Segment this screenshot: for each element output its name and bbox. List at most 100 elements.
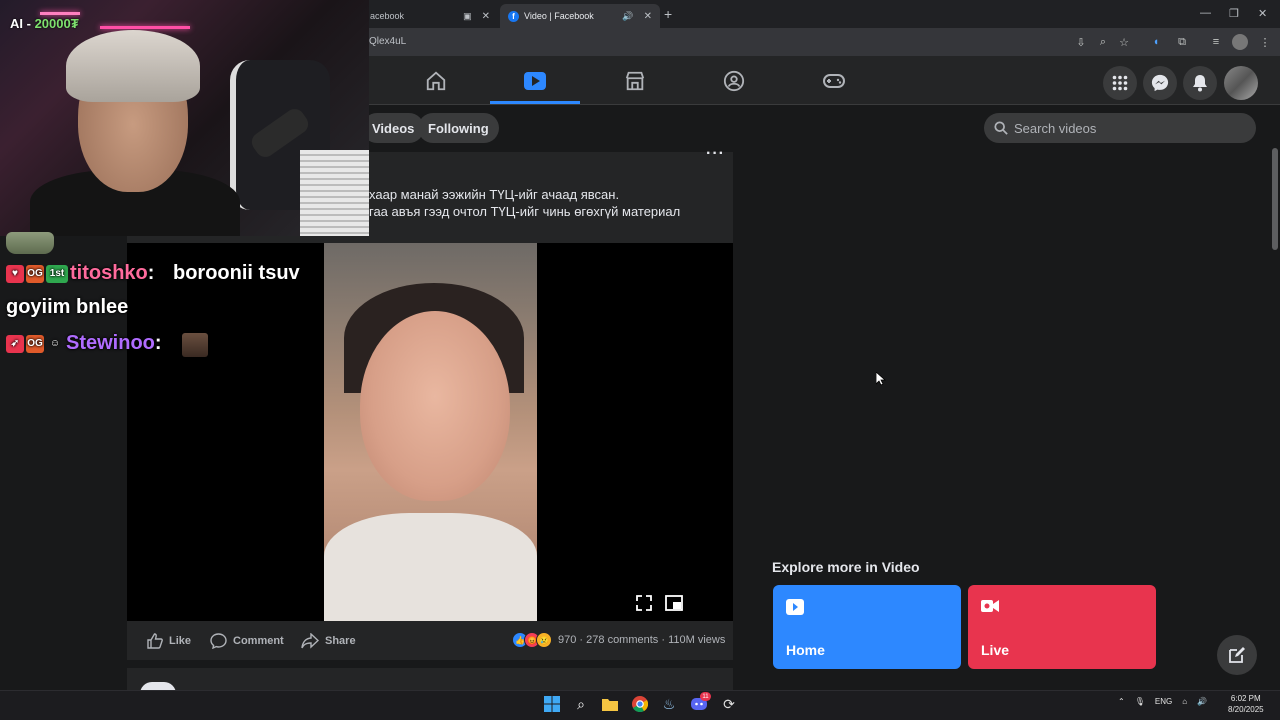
chat-text: boroonii tsuv — [173, 262, 300, 284]
share-arrow-icon — [301, 633, 319, 649]
like-label: Like — [169, 635, 192, 647]
address-input[interactable]: Qlex4uL — [369, 36, 406, 47]
language-indicator[interactable]: ENG — [1155, 697, 1172, 706]
share-button[interactable]: Share — [301, 632, 356, 650]
notifications-bell-icon[interactable] — [1183, 66, 1217, 100]
restore-button[interactable]: ❐ — [1229, 7, 1239, 20]
search-icon[interactable]: ⌕ — [571, 694, 591, 714]
tray-chevron-icon[interactable]: ⌃ — [1118, 697, 1125, 706]
explore-heading: Explore more in Video — [772, 559, 920, 575]
browser-menu-icon[interactable]: ⋮ — [1257, 34, 1273, 50]
tab-facebook[interactable]: acebook ▣ ✕ — [362, 4, 498, 28]
chat-emote — [182, 333, 208, 357]
taskbar-clock[interactable]: 6:02 PM 8/20/2025 — [1228, 693, 1264, 715]
tab-media-icon: ▣ — [463, 10, 472, 21]
streamer-webcam — [0, 0, 369, 236]
neon-light — [40, 12, 80, 15]
chat-text-line: goyiim bnlee — [6, 296, 128, 319]
close-tab-icon[interactable]: ✕ — [482, 11, 490, 22]
chat-colon: : — [147, 262, 160, 284]
groups-icon[interactable] — [719, 68, 749, 94]
system-tray: ⌃ 🎙 ENG ⌂ 🔊 — [1118, 697, 1207, 706]
following-label: Following — [428, 120, 489, 136]
reaction-count[interactable]: 970 — [558, 634, 576, 646]
live-camera-icon — [981, 600, 999, 612]
search-videos-input[interactable]: Search videos — [984, 113, 1256, 143]
comment-bubble-icon — [210, 633, 227, 649]
messenger-icon[interactable] — [1143, 66, 1177, 100]
video-icon[interactable] — [520, 68, 550, 94]
video-play-icon — [786, 599, 804, 615]
tab-video-facebook[interactable]: f Video | Facebook 🔊 ✕ — [500, 4, 660, 28]
new-tab-button[interactable]: + — [664, 6, 672, 22]
comment-button[interactable]: Comment — [210, 632, 284, 650]
app-icon[interactable]: ⟳ — [719, 694, 739, 714]
video-frame[interactable] — [324, 243, 537, 621]
caption-line: хаар манай ээжийн ТҮЦ-ийг ачаад явсан. — [369, 187, 620, 202]
account-avatar[interactable] — [1224, 66, 1258, 100]
marketplace-icon[interactable] — [620, 68, 650, 94]
picture-in-picture-icon[interactable] — [665, 595, 683, 611]
first-badge: 1st — [46, 264, 68, 283]
tab-label: acebook — [370, 11, 405, 21]
explore-card-label: Home — [786, 642, 825, 658]
profile-icon[interactable] — [1232, 34, 1248, 50]
video-subject-shirt — [324, 513, 537, 621]
og-badge: OG — [26, 334, 44, 353]
streamer-hair — [66, 30, 200, 102]
chat-text-line: boroonii tsuv — [173, 262, 300, 285]
next-post-card — [127, 668, 733, 692]
menu-grid-icon[interactable] — [1103, 66, 1137, 100]
comment-count[interactable]: 278 comments — [586, 634, 658, 646]
home-icon[interactable] — [421, 68, 451, 94]
chrome-icon[interactable] — [630, 694, 650, 714]
puzzle-icon[interactable]: ⧉ — [1174, 34, 1190, 50]
donation-goal-label: AI - 20000₮ — [10, 16, 79, 31]
videos-label: Videos — [372, 120, 415, 136]
chat-message: ➶ OG ☺ Stewinoo: — [6, 332, 162, 355]
mouse-cursor-icon — [875, 371, 887, 391]
discord-badge: 11 — [700, 692, 711, 701]
explore-home-card[interactable]: Home — [773, 585, 961, 669]
search-placeholder: Search videos — [1014, 120, 1097, 136]
chat-username: titoshko — [70, 262, 148, 284]
extension-icon[interactable]: ◖ — [1148, 34, 1164, 50]
steam-icon[interactable]: ♨ — [659, 694, 679, 714]
gaming-icon[interactable] — [819, 68, 849, 94]
page-scrollbar[interactable] — [1272, 148, 1278, 250]
media-control-icon[interactable]: ≡ — [1208, 34, 1224, 50]
heater — [300, 150, 369, 236]
install-icon[interactable]: ⇩ — [1073, 34, 1089, 50]
mic-icon[interactable]: 🎙 — [1135, 697, 1145, 706]
video-subject-face — [360, 311, 510, 501]
active-tab-indicator — [490, 101, 580, 104]
speaker-icon[interactable]: 🔊 — [622, 11, 633, 22]
chat-emote — [6, 232, 54, 254]
file-explorer-icon[interactable] — [600, 694, 620, 714]
compose-message-icon[interactable] — [1217, 635, 1257, 675]
clock-date: 8/20/2025 — [1228, 705, 1264, 714]
bookmark-star-icon[interactable]: ☆ — [1116, 34, 1132, 50]
explore-live-card[interactable]: Live — [968, 585, 1156, 669]
fullscreen-icon[interactable] — [636, 595, 652, 611]
explore-card-label: Live — [981, 642, 1010, 658]
facebook-favicon-icon: f — [508, 10, 519, 22]
minimize-button[interactable]: — — [1200, 7, 1211, 19]
sad-reaction-icon: 😢 — [536, 632, 552, 648]
chat-text: goyiim bnlee — [6, 296, 129, 318]
more-options-icon[interactable]: ··· — [706, 145, 725, 163]
reactions-summary[interactable]: 👍 😡 😢 — [512, 632, 552, 648]
tab-label: Video | Facebook — [524, 11, 594, 21]
network-icon[interactable]: ⌂ — [1182, 697, 1187, 706]
volume-icon[interactable]: 🔊 — [1197, 697, 1207, 706]
close-window-button[interactable]: ✕ — [1258, 7, 1267, 20]
chat-colon: : — [154, 332, 162, 354]
windows-start-icon[interactable] — [542, 694, 562, 714]
close-tab-icon[interactable]: ✕ — [644, 11, 652, 22]
subnav-following-pill[interactable]: Following — [418, 113, 499, 143]
like-button[interactable]: Like — [147, 632, 191, 650]
share-label: Share — [325, 635, 356, 647]
subnav-videos-pill[interactable]: Videos — [362, 113, 425, 143]
caption-line: гаа авъя гээд очтол ТҮЦ-ийг чинь өгөхгүй… — [369, 204, 681, 219]
zoom-icon[interactable]: ⌕ — [1095, 34, 1111, 50]
